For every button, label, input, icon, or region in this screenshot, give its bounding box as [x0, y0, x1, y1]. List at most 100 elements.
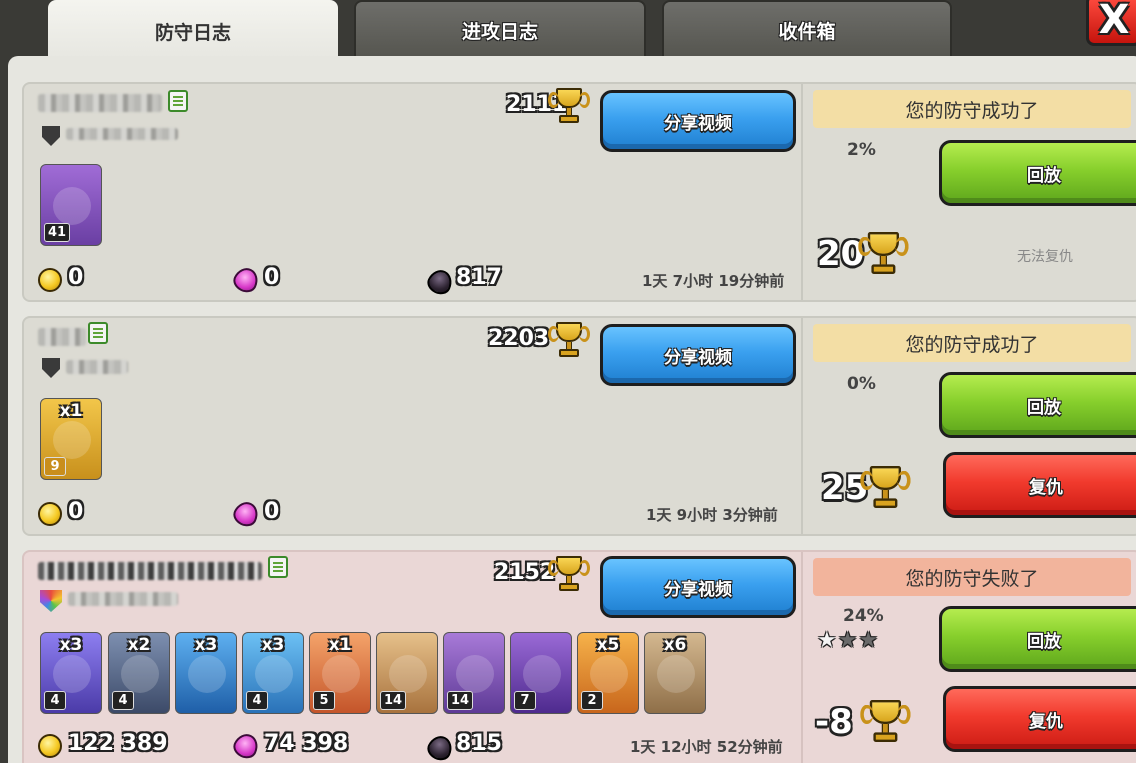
- unit-grand-warden: 7: [510, 632, 572, 714]
- dark-elixir-amount: 815: [456, 731, 502, 756]
- trophy-icon: [548, 556, 590, 592]
- unit-rage-spell: x5 2: [577, 632, 639, 714]
- baby-dragon-icon: [255, 655, 293, 693]
- clan-name-redacted: [66, 360, 128, 374]
- trophy-icon: [860, 466, 911, 509]
- archer-queen-icon: [53, 187, 91, 225]
- gold-amount: 0: [68, 499, 84, 524]
- chat-icon[interactable]: [268, 556, 288, 578]
- time-ago: 1天 9小时 3分钟前: [646, 506, 778, 524]
- unit-level: 14: [447, 691, 474, 710]
- result-banner: 您的防守成功了: [813, 324, 1131, 362]
- unit-count: x3: [261, 635, 285, 655]
- tab-inbox[interactable]: 收件箱: [662, 0, 952, 58]
- barbarian-icon: [53, 421, 91, 459]
- destruction-percent: 0%: [847, 374, 876, 394]
- destruction-percent: 2%: [847, 140, 876, 160]
- attacker-trophies: 2152: [494, 560, 556, 585]
- unit-level: 4: [44, 691, 66, 710]
- unit-level: 41: [44, 223, 71, 242]
- unit-count: x2: [127, 635, 151, 655]
- pekka-icon: [121, 655, 159, 693]
- earthquake-spell-icon: [657, 655, 695, 693]
- unit-barbarian-king: 14: [376, 632, 438, 714]
- chat-icon[interactable]: [88, 322, 108, 344]
- log-entry-1: 2111 分享视频 41 0 0 817 1天 7小时 19分钟前 您的防守成功…: [22, 82, 1136, 302]
- unit-count: x1: [328, 635, 352, 655]
- clan-badge-icon: [42, 358, 60, 378]
- attacker-name-redacted: [38, 562, 262, 580]
- share-video-button[interactable]: 分享视频: [600, 556, 796, 618]
- electro-dragon-icon: [188, 655, 226, 693]
- star-rating: ★★★: [817, 628, 879, 653]
- gold-amount: 0: [68, 265, 84, 290]
- replay-button[interactable]: 回放: [939, 606, 1136, 672]
- unit-count: x5: [596, 635, 620, 655]
- unit-count: x1: [59, 401, 83, 421]
- unit-barbarian: x1 9: [40, 398, 102, 480]
- clan-badge-icon: [42, 126, 60, 146]
- close-button[interactable]: X: [1086, 0, 1136, 46]
- replay-button[interactable]: 回放: [939, 140, 1136, 206]
- chat-icon[interactable]: [168, 90, 188, 112]
- attacker-name-redacted: [38, 94, 162, 112]
- unit-level: 9: [44, 457, 66, 476]
- gold-icon: [38, 734, 62, 758]
- attacker-trophies: 2203: [488, 326, 550, 351]
- clan-name-redacted: [68, 592, 178, 606]
- unit-pekka: x2 4: [108, 632, 170, 714]
- clan-badge-icon: [40, 590, 62, 612]
- unit-level: 14: [380, 691, 407, 710]
- elixir-amount: 0: [264, 499, 280, 524]
- gold-icon: [38, 502, 62, 526]
- dragon-icon: [53, 655, 91, 693]
- dark-elixir-icon: [424, 732, 456, 763]
- unit-dragon: x3 4: [40, 632, 102, 714]
- archer-queen-icon: [456, 655, 494, 693]
- valkyrie-icon: [322, 655, 360, 693]
- trophy-icon: [858, 232, 909, 275]
- unit-archer-queen: 14: [443, 632, 505, 714]
- elixir-icon: [230, 498, 262, 530]
- star-icon-empty: ★: [817, 628, 838, 653]
- unit-electro-dragon: x3: [175, 632, 237, 714]
- rage-spell-icon: [590, 655, 628, 693]
- trophy-change: -8: [815, 702, 853, 742]
- unit-valkyrie: x1 5: [309, 632, 371, 714]
- elixir-amount: 0: [264, 265, 280, 290]
- unit-level: 4: [112, 691, 134, 710]
- log-entry-2: 2203 分享视频 x1 9 0 0 1天 9小时 3分钟前 您的防守成功了 0…: [22, 316, 1136, 536]
- unit-level: 5: [313, 691, 335, 710]
- unit-count: x6: [663, 635, 687, 655]
- trophy-change: 20: [817, 234, 865, 274]
- unit-baby-dragon: x3 4: [242, 632, 304, 714]
- dark-elixir-icon: [424, 266, 456, 298]
- tab-defense-log[interactable]: 防守日志: [48, 0, 338, 62]
- elixir-amount: 74 398: [264, 731, 349, 756]
- revenge-button[interactable]: 复仇: [943, 686, 1136, 752]
- unit-level: 2: [581, 691, 603, 710]
- unit-level: 7: [514, 691, 536, 710]
- log-entry-3: 2152 分享视频 x3 4 x2 4 x3 x3 4 x1 5 14 14 7…: [22, 550, 1136, 763]
- destruction-percent: 24%: [843, 606, 884, 626]
- share-video-button[interactable]: 分享视频: [600, 324, 796, 386]
- result-banner: 您的防守成功了: [813, 90, 1131, 128]
- gold-amount: 122 389: [68, 731, 168, 756]
- star-icon-dark: ★: [858, 628, 880, 653]
- replay-button[interactable]: 回放: [939, 372, 1136, 438]
- star-icon-dark: ★: [837, 628, 859, 653]
- trophy-icon: [860, 700, 911, 743]
- elixir-icon: [230, 730, 262, 762]
- grand-warden-icon: [523, 655, 561, 693]
- time-ago: 1天 12小时 52分钟前: [630, 738, 783, 756]
- share-video-button[interactable]: 分享视频: [600, 90, 796, 152]
- unit-level: 4: [246, 691, 268, 710]
- gold-icon: [38, 268, 62, 292]
- revenge-button[interactable]: 复仇: [943, 452, 1136, 518]
- tab-attack-log[interactable]: 进攻日志: [354, 0, 646, 58]
- result-banner: 您的防守失败了: [813, 558, 1131, 596]
- dark-elixir-amount: 817: [456, 265, 502, 290]
- attacker-name-redacted: [38, 328, 86, 346]
- unit-archer-queen: 41: [40, 164, 102, 246]
- barbarian-king-icon: [389, 655, 427, 693]
